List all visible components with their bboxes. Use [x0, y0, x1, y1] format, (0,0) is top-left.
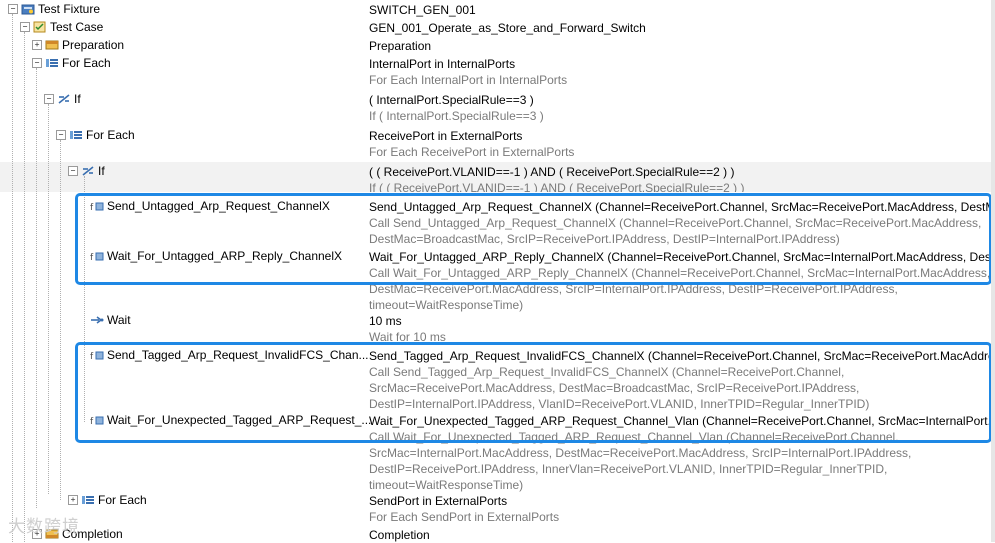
tree-row-label: Send_Tagged_Arp_Request_InvalidFCS_Chan.… — [107, 348, 369, 362]
if-icon — [57, 93, 71, 105]
call-icon: f — [90, 250, 104, 262]
tree-row-label: For Each — [62, 56, 111, 70]
row-value: Send_Tagged_Arp_Request_InvalidFCS_Chann… — [369, 349, 989, 363]
row-description: DestIP=ReceivePort.IPAddress, InnerVlan=… — [369, 462, 888, 476]
row-value: InternalPort in InternalPorts — [369, 57, 516, 71]
tree-row-foreach-send[interactable]: + For Each SendPort in ExternalPorts For… — [0, 491, 995, 525]
tree-row-completion[interactable]: + Completion Completion — [0, 526, 995, 542]
preparation-icon — [45, 39, 59, 51]
row-description: SrcMac=InternalPort.MacAddress, DestMac=… — [369, 446, 912, 460]
svg-text:f: f — [90, 253, 94, 262]
row-value: Send_Untagged_Arp_Request_ChannelX (Chan… — [369, 200, 989, 214]
tree-guide-line — [48, 104, 49, 494]
tree-row-label: Test Fixture — [38, 2, 101, 16]
tree-row-send-untagged-arp[interactable]: f Send_Untagged_Arp_Request_ChannelX Sen… — [0, 197, 995, 247]
tree-row-foreach-receive[interactable]: − For Each ReceivePort in ExternalPorts … — [0, 126, 995, 162]
tree-row-send-tagged-arp-invalid-fcs[interactable]: f Send_Tagged_Arp_Request_InvalidFCS_Cha… — [0, 346, 995, 411]
tree-row-wait-unexpected-tagged-arp[interactable]: f Wait_For_Unexpected_Tagged_ARP_Request… — [0, 411, 995, 492]
tree-row-label: Wait — [107, 313, 131, 327]
row-description: Wait for 10 ms — [369, 330, 446, 341]
tree-row-if-receive[interactable]: − If ( ( ReceivePort.VLANID==-1 ) AND ( … — [0, 162, 995, 192]
row-value: ReceivePort in ExternalPorts — [369, 129, 523, 143]
collapse-toggle[interactable]: − — [32, 58, 42, 68]
call-icon: f — [90, 200, 104, 212]
row-value: ( InternalPort.SpecialRule==3 ) — [369, 93, 534, 107]
row-description: For Each ReceivePort in ExternalPorts — [369, 145, 575, 159]
row-value: SWITCH_GEN_001 — [369, 3, 476, 17]
foreach-icon — [45, 57, 59, 69]
tree-guide-line — [84, 176, 85, 422]
svg-text:f: f — [90, 417, 94, 426]
row-description: Call Wait_For_Unexpected_Tagged_ARP_Requ… — [369, 430, 899, 444]
row-description: Call Wait_For_Untagged_ARP_Reply_Channel… — [369, 266, 989, 280]
tree-row-label: Send_Untagged_Arp_Request_ChannelX — [107, 199, 330, 213]
row-description: DestMac=ReceivePort.MacAddress, SrcIP=In… — [369, 282, 898, 296]
call-icon: f — [90, 349, 104, 361]
tree-row-label: Test Case — [50, 20, 104, 34]
svg-text:f: f — [90, 203, 94, 212]
row-description: DestIP=InternalPort.IPAddress, VlanID=Re… — [369, 397, 870, 411]
collapse-toggle[interactable]: − — [56, 130, 66, 140]
tree-row-label: If — [74, 92, 81, 106]
tree-row-label: For Each — [98, 493, 147, 507]
tree-row-wait[interactable]: Wait 10 ms Wait for 10 ms — [0, 311, 995, 341]
foreach-icon — [69, 129, 83, 141]
tree-row-wait-untagged-arp-reply[interactable]: f Wait_For_Untagged_ARP_Reply_ChannelX W… — [0, 247, 995, 312]
collapse-toggle[interactable]: − — [68, 166, 78, 176]
svg-text:f: f — [90, 352, 94, 361]
row-value: GEN_001_Operate_as_Store_and_Forward_Swi… — [369, 21, 646, 35]
row-value: Completion — [369, 528, 430, 542]
row-description: Call Send_Tagged_Arp_Request_InvalidFCS_… — [369, 365, 845, 379]
tree-row-if-internal[interactable]: − If ( InternalPort.SpecialRule==3 ) If … — [0, 90, 995, 126]
row-value: Preparation — [369, 39, 432, 53]
wait-icon — [90, 314, 104, 326]
tree-row-label: Wait_For_Unexpected_Tagged_ARP_Request_.… — [107, 413, 372, 427]
expand-toggle[interactable]: + — [32, 40, 42, 50]
watermark: 大数跨境 — [8, 517, 80, 537]
row-description: Call Send_Untagged_Arp_Request_ChannelX … — [369, 216, 982, 230]
row-value: Wait_For_Untagged_ARP_Reply_ChannelX (Ch… — [369, 250, 989, 264]
test-case-icon — [33, 21, 47, 33]
row-description: SrcMac=ReceivePort.MacAddress, DestMac=B… — [369, 381, 860, 395]
collapse-toggle[interactable]: − — [20, 22, 30, 32]
tree-guide-line — [12, 14, 13, 542]
tree-guide-line — [36, 68, 37, 508]
tree-row-label: Preparation — [62, 38, 125, 52]
row-value: ( ( ReceivePort.VLANID==-1 ) AND ( Recei… — [369, 165, 735, 179]
test-fixture-icon — [21, 3, 35, 15]
tree-row-preparation[interactable]: + Preparation Preparation — [0, 36, 995, 54]
vertical-scrollbar[interactable] — [991, 0, 995, 542]
tree-row-test-fixture[interactable]: − Test Fixture SWITCH_GEN_001 — [0, 0, 995, 18]
row-description: If ( ( ReceivePort.VLANID==-1 ) AND ( Re… — [369, 181, 745, 192]
collapse-toggle[interactable]: − — [8, 4, 18, 14]
tree-guide-line — [24, 32, 25, 542]
tree-row-label: Wait_For_Untagged_ARP_Reply_ChannelX — [107, 249, 343, 263]
tree-row-test-case[interactable]: − Test Case GEN_001_Operate_as_Store_and… — [0, 18, 995, 36]
row-description: For Each SendPort in ExternalPorts — [369, 510, 560, 524]
row-description: For Each InternalPort in InternalPorts — [369, 73, 568, 87]
call-icon: f — [90, 414, 104, 426]
tree-row-label: If — [98, 164, 105, 178]
tree-row-label: For Each — [86, 128, 135, 142]
expand-toggle[interactable]: + — [68, 495, 78, 505]
collapse-toggle[interactable]: − — [44, 94, 54, 104]
foreach-icon — [81, 494, 95, 506]
row-description: If ( InternalPort.SpecialRule==3 ) — [369, 109, 544, 123]
tree-guide-line — [60, 140, 61, 500]
row-value: Wait_For_Unexpected_Tagged_ARP_Request_C… — [369, 414, 989, 428]
row-description: DestMac=BroadcastMac, SrcIP=ReceivePort.… — [369, 232, 840, 246]
tree-row-foreach-internal[interactable]: − For Each InternalPort in InternalPorts… — [0, 54, 995, 90]
row-value: 10 ms — [369, 314, 402, 328]
row-value: SendPort in ExternalPorts — [369, 494, 508, 508]
